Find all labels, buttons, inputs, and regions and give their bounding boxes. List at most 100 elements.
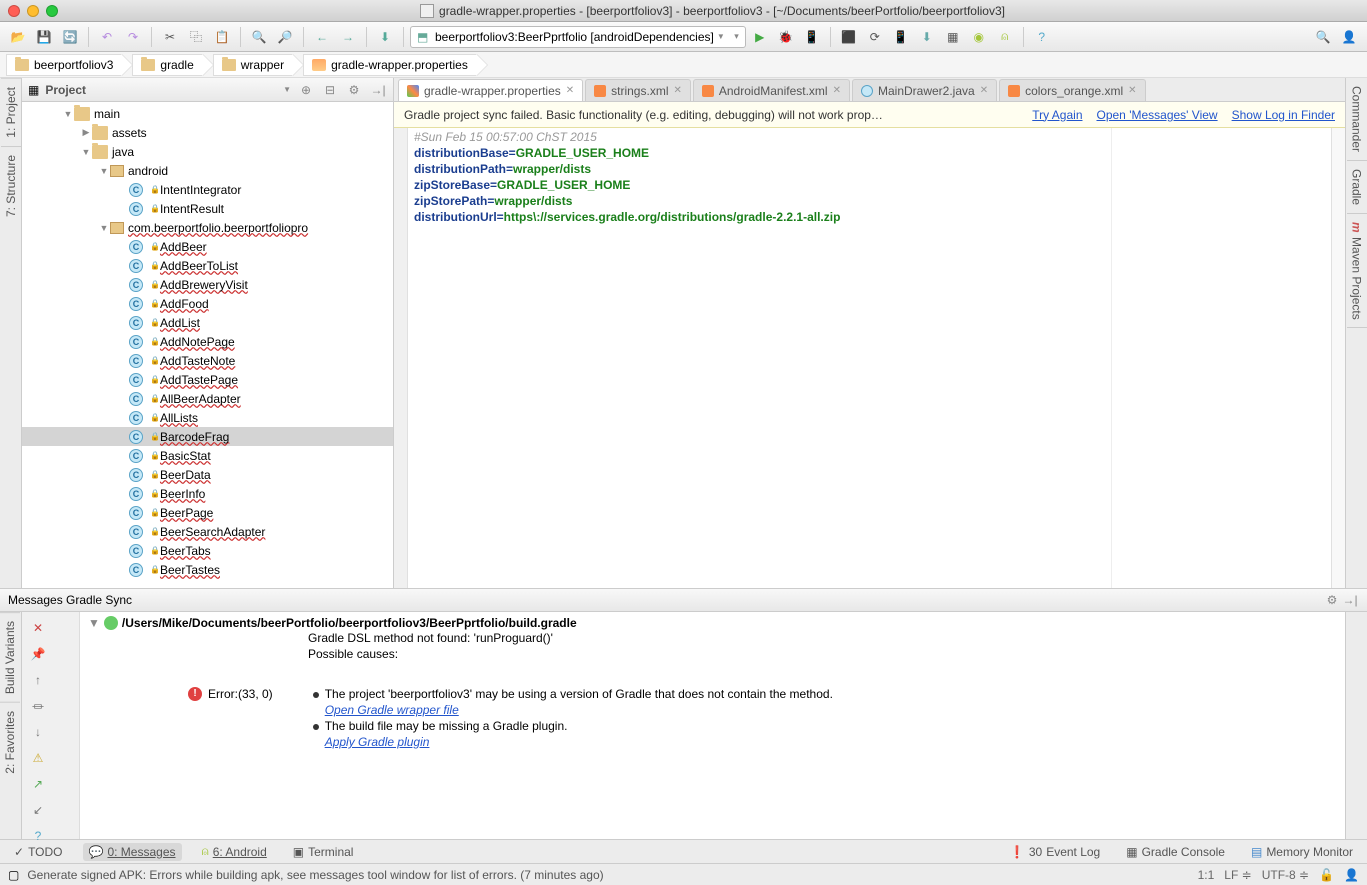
messages-tab[interactable]: 💬 0: Messages <box>83 843 182 861</box>
tree-class[interactable]: C🔒BeerTabs <box>22 541 393 560</box>
close-tab-icon[interactable]: ✕ <box>980 85 988 96</box>
sync-button[interactable]: 🔄 <box>58 26 82 48</box>
tree-class[interactable]: C🔒AddTasteNote <box>22 351 393 370</box>
prev-error-button[interactable]: ↑ <box>26 668 50 692</box>
avd-manager-button[interactable]: 📱 <box>889 26 913 48</box>
filter-icon[interactable]: ⏛ <box>26 694 50 718</box>
tree-class[interactable]: C🔒BeerTastes <box>22 560 393 579</box>
tree-class[interactable]: C🔒AddList <box>22 313 393 332</box>
editor-tab[interactable]: colors_orange.xml✕ <box>999 79 1145 101</box>
tree-class[interactable]: C🔒BeerSearchAdapter <box>22 522 393 541</box>
settings-icon[interactable]: ⚙ <box>1323 591 1341 609</box>
tree-class[interactable]: C🔒IntentResult <box>22 199 393 218</box>
back-button[interactable]: ← <box>310 26 334 48</box>
save-button[interactable]: 💾 <box>32 26 56 48</box>
import-button[interactable]: ↙ <box>26 798 50 822</box>
make-button[interactable]: ⬇ <box>373 26 397 48</box>
breadcrumb-item[interactable]: wrapper <box>213 54 293 76</box>
cut-button[interactable]: ✂ <box>158 26 182 48</box>
event-log-tab[interactable]: ❗30 Event Log <box>1004 843 1106 861</box>
tree-class[interactable]: C🔒BeerPage <box>22 503 393 522</box>
build-variants-tab[interactable]: Build Variants <box>0 612 20 702</box>
run-button[interactable]: ▶ <box>748 26 772 48</box>
flatten-packages-button[interactable]: ⊟ <box>321 81 339 99</box>
ddms-button[interactable]: ▦ <box>941 26 965 48</box>
breadcrumb-item[interactable]: gradle <box>132 54 202 76</box>
tree-class[interactable]: C🔒AddFood <box>22 294 393 313</box>
android-icon[interactable]: ⍝ <box>993 26 1017 48</box>
android-tab[interactable]: ⍝ 6: Android <box>196 842 273 861</box>
open-button[interactable]: 📂 <box>6 26 30 48</box>
todo-tab[interactable]: ✓ TODO <box>8 843 69 861</box>
structure-tool-tab[interactable]: 7: Structure <box>1 146 21 225</box>
gradle-tool-tab[interactable]: Gradle <box>1347 161 1367 214</box>
export-button[interactable]: ↗ <box>26 772 50 796</box>
redo-button[interactable]: ↷ <box>121 26 145 48</box>
memory-monitor-tab[interactable]: ▤ Memory Monitor <box>1245 843 1359 861</box>
close-tab-icon[interactable]: ✕ <box>566 85 574 96</box>
tree-class[interactable]: C🔒BeerInfo <box>22 484 393 503</box>
breadcrumb-item[interactable]: gradle-wrapper.properties <box>303 54 477 76</box>
error-file-path[interactable]: ▼ /Users/Mike/Documents/beerPortfolio/be… <box>88 616 1337 630</box>
tree-class[interactable]: C🔒AllLists <box>22 408 393 427</box>
sync-gradle-button[interactable]: ⟳ <box>863 26 887 48</box>
hide-button[interactable]: →| <box>1341 591 1359 609</box>
run-config-selector[interactable]: beerportfoliov3:BeerPprtfolio [androidDe… <box>410 26 746 48</box>
warning-icon[interactable]: ⚠ <box>26 746 50 770</box>
help-button[interactable]: ? <box>1030 26 1054 48</box>
stop-button[interactable]: ⬛ <box>837 26 861 48</box>
code-editor[interactable]: #Sun Feb 15 00:57:00 ChST 2015 distribut… <box>394 128 1345 588</box>
attach-debugger-button[interactable]: 📱 <box>800 26 824 48</box>
project-tool-tab[interactable]: 1: Project <box>1 78 21 146</box>
tree-package-android[interactable]: ▼android <box>22 161 393 180</box>
paste-button[interactable]: 📋 <box>210 26 234 48</box>
code-content[interactable]: #Sun Feb 15 00:57:00 ChST 2015 distribut… <box>408 128 1111 588</box>
close-tab-icon[interactable]: ✕ <box>673 85 681 96</box>
hide-button[interactable]: →| <box>369 81 387 99</box>
tree-class[interactable]: C🔒AddBeerToList <box>22 256 393 275</box>
tree-folder-main[interactable]: ▼main <box>22 104 393 123</box>
replace-button[interactable]: 🔎 <box>273 26 297 48</box>
pin-icon[interactable]: 📌 <box>26 642 50 666</box>
tree-class[interactable]: C🔒BeerData <box>22 465 393 484</box>
show-log-link[interactable]: Show Log in Finder <box>1232 108 1335 122</box>
favorites-tab[interactable]: 2: Favorites <box>0 702 20 782</box>
gradle-console-tab[interactable]: ▦ Gradle Console <box>1120 843 1231 861</box>
close-tab-icon[interactable]: ✕ <box>833 85 841 96</box>
debug-button[interactable]: 🐞 <box>774 26 798 48</box>
tree-class[interactable]: C🔒AddTastePage <box>22 370 393 389</box>
error-stripe[interactable] <box>1331 128 1345 588</box>
user-button[interactable]: 👤 <box>1337 26 1361 48</box>
open-wrapper-file-link[interactable]: Open Gradle wrapper file <box>325 703 459 717</box>
editor-tab[interactable]: AndroidManifest.xml✕ <box>693 79 850 101</box>
tree-class[interactable]: C🔒BarcodeFrag <box>22 427 393 446</box>
try-again-link[interactable]: Try Again <box>1032 108 1082 122</box>
tree-class[interactable]: C🔒AddNotePage <box>22 332 393 351</box>
search-everywhere-button[interactable]: 🔍 <box>1311 26 1335 48</box>
view-dropdown[interactable]: ▼ <box>283 85 291 94</box>
editor-tab[interactable]: MainDrawer2.java✕ <box>852 79 997 101</box>
project-tree[interactable]: ▼main ▶assets ▼java ▼android C🔒IntentInt… <box>22 102 393 588</box>
editor-tab[interactable]: strings.xml✕ <box>585 79 691 101</box>
close-window-button[interactable] <box>8 5 20 17</box>
open-messages-link[interactable]: Open 'Messages' View <box>1097 108 1218 122</box>
commander-tool-tab[interactable]: Commander <box>1347 78 1367 161</box>
tree-class[interactable]: C🔒AllBeerAdapter <box>22 389 393 408</box>
apply-plugin-link[interactable]: Apply Gradle plugin <box>325 735 430 749</box>
tree-class[interactable]: C🔒AddBeer <box>22 237 393 256</box>
forward-button[interactable]: → <box>336 26 360 48</box>
close-icon[interactable]: ✕ <box>26 616 50 640</box>
terminal-tab[interactable]: ▣ Terminal <box>287 843 360 861</box>
tree-class[interactable]: C🔒BasicStat <box>22 446 393 465</box>
tree-package-main[interactable]: ▼com.beerportfolio.beerportfoliopro <box>22 218 393 237</box>
copy-button[interactable]: ⿻ <box>184 26 208 48</box>
undo-button[interactable]: ↶ <box>95 26 119 48</box>
tree-class[interactable]: C🔒AddBreweryVisit <box>22 275 393 294</box>
find-button[interactable]: 🔍 <box>247 26 271 48</box>
breadcrumb-item[interactable]: beerportfoliov3 <box>6 54 122 76</box>
zoom-window-button[interactable] <box>46 5 58 17</box>
tree-folder-java[interactable]: ▼java <box>22 142 393 161</box>
close-tab-icon[interactable]: ✕ <box>1128 85 1136 96</box>
settings-icon[interactable]: ⚙ <box>345 81 363 99</box>
tree-folder-assets[interactable]: ▶assets <box>22 123 393 142</box>
